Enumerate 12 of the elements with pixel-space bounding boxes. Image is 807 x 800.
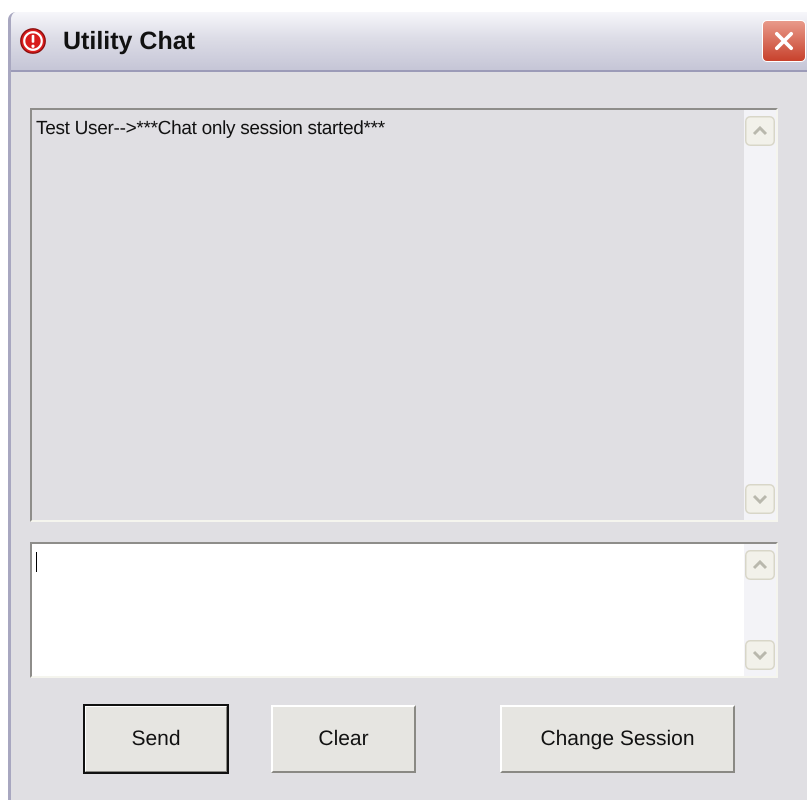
message-input[interactable] [30,542,778,678]
clear-button[interactable]: Clear [271,705,416,773]
scroll-up-icon[interactable] [745,550,775,580]
close-button[interactable] [762,20,806,62]
close-icon [772,29,796,53]
window-title: Utility Chat [63,26,196,56]
change-session-button[interactable]: Change Session [500,705,735,773]
send-button[interactable]: Send [84,705,228,773]
scrollbar[interactable] [744,544,776,676]
chat-message: Test User-->***Chat only session started*** [36,118,386,140]
alert-icon [19,27,47,55]
scroll-down-icon[interactable] [745,640,775,670]
